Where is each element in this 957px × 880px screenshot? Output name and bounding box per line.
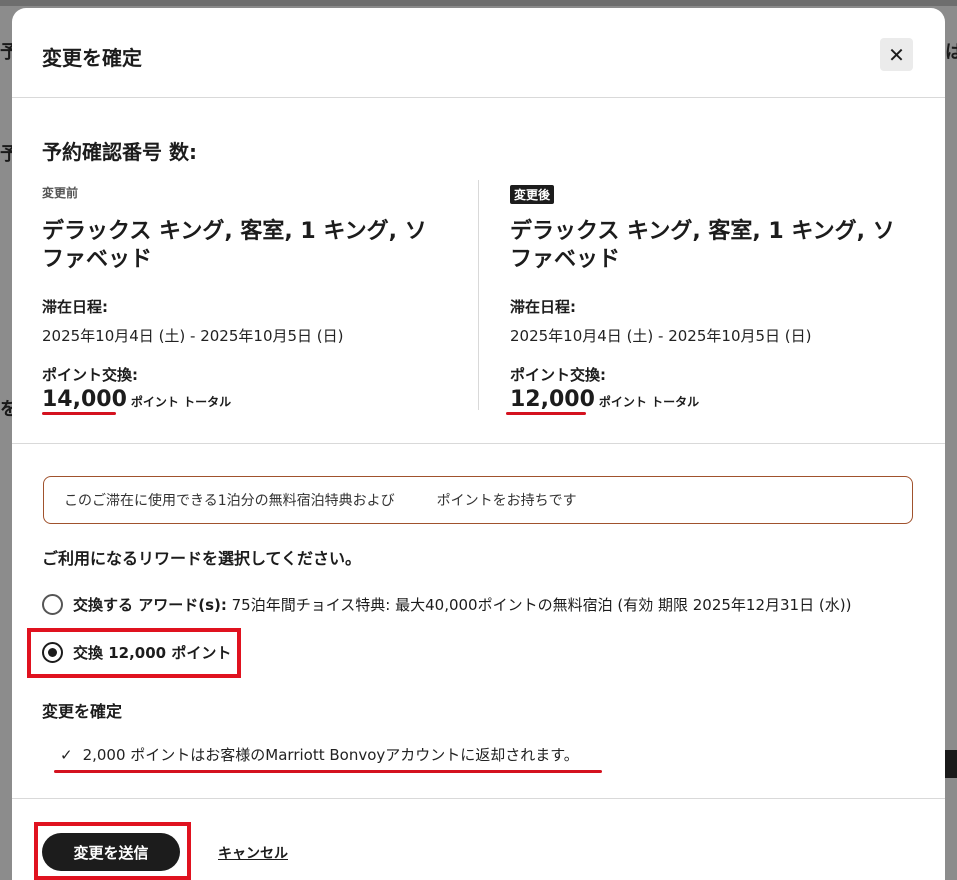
after-points-highlight: [506, 412, 586, 415]
refund-text: 2,000 ポイントはお客様のMarriott Bonvoyアカウントに返却され…: [82, 746, 579, 764]
cancel-link[interactable]: キャンセル: [218, 843, 288, 863]
option-points-bold: 交換 12,000 ポイント: [73, 644, 232, 662]
after-dates: 2025年10月4日 (土) - 2025年10月5日 (日): [510, 327, 812, 345]
radio-award[interactable]: [42, 594, 63, 615]
before-dates: 2025年10月4日 (土) - 2025年10月5日 (日): [42, 327, 344, 345]
after-points-unit: ポイント トータル: [598, 395, 700, 409]
modal-header: 変更を確定 ✕: [12, 8, 945, 98]
before-points-row: 14,000 ポイント トータル: [42, 387, 462, 412]
reward-option-points[interactable]: 交換 12,000 ポイント: [42, 642, 231, 663]
before-points-highlight: [42, 412, 116, 415]
after-column: 変更後 デラックス キング, 客室, 1 キング, ソファベッド 滞在日程: 2…: [506, 184, 930, 415]
divider-bottom: [12, 798, 945, 799]
before-points-label: ポイント交換:: [42, 366, 138, 384]
option-award-label: 交換する アワード(s): 75泊年間チョイス特典: 最大40,000ポイントの…: [73, 594, 851, 615]
refund-notice: ✓ 2,000 ポイントはお客様のMarriott Bonvoyアカウントに返却…: [60, 744, 579, 765]
option-award-bold: 交換する アワード(s):: [73, 596, 227, 614]
option-award-text: 75泊年間チョイス特典: 最大40,000ポイントの無料宿泊 (有効 期限 20…: [226, 596, 852, 614]
before-points-value: 14,000: [42, 387, 127, 412]
reward-option-award[interactable]: 交換する アワード(s): 75泊年間チョイス特典: 最大40,000ポイントの…: [42, 594, 851, 615]
refund-highlight: [54, 770, 602, 773]
before-stay-label: 滞在日程:: [42, 298, 108, 316]
after-points-row: 12,000 ポイント トータル: [510, 387, 930, 412]
confirmation-number-title: 予約確認番号 数:: [42, 140, 197, 164]
column-divider: [478, 180, 479, 410]
info-text-b: ポイントをお持ちです: [436, 493, 577, 509]
after-points-label: ポイント交換:: [510, 366, 606, 384]
after-room-name: デラックス キング, 客室, 1 キング, ソファベッド: [510, 219, 895, 272]
confirm-section-label: 変更を確定: [42, 702, 123, 721]
close-button[interactable]: ✕: [880, 38, 913, 71]
background-text-right-1: は: [945, 42, 957, 63]
after-stay-label: 滞在日程:: [510, 298, 576, 316]
reward-choice-label: ご利用になるリワードを選択してください。: [42, 549, 362, 568]
before-column: 変更前 デラックス キング, 客室, 1 キング, ソファベッド 滞在日程: 2…: [42, 184, 462, 415]
divider-top: [12, 443, 945, 444]
background-bar-right: [945, 750, 957, 778]
option-points-label: 交換 12,000 ポイント: [73, 642, 231, 663]
submit-change-button[interactable]: 変更を送信: [42, 833, 180, 871]
info-text-a: このご滞在に使用できる1泊分の無料宿泊特典および: [64, 493, 395, 509]
background-header-strip: [0, 0, 957, 6]
before-tag: 変更前: [42, 186, 79, 200]
after-tag: 変更後: [510, 185, 555, 204]
available-rewards-info: このご滞在に使用できる1泊分の無料宿泊特典および ポイントをお持ちです: [43, 476, 913, 524]
confirm-change-modal: 変更を確定 ✕ 予約確認番号 数: 変更前 デラックス キング, 客室, 1 キ…: [12, 8, 945, 880]
radio-points[interactable]: [42, 642, 63, 663]
close-icon: ✕: [888, 42, 905, 67]
after-points-value: 12,000: [510, 387, 595, 412]
before-room-name: デラックス キング, 客室, 1 キング, ソファベッド: [42, 219, 427, 272]
check-icon: ✓: [60, 745, 73, 764]
modal-title: 変更を確定: [42, 46, 142, 70]
before-points-unit: ポイント トータル: [130, 395, 232, 409]
